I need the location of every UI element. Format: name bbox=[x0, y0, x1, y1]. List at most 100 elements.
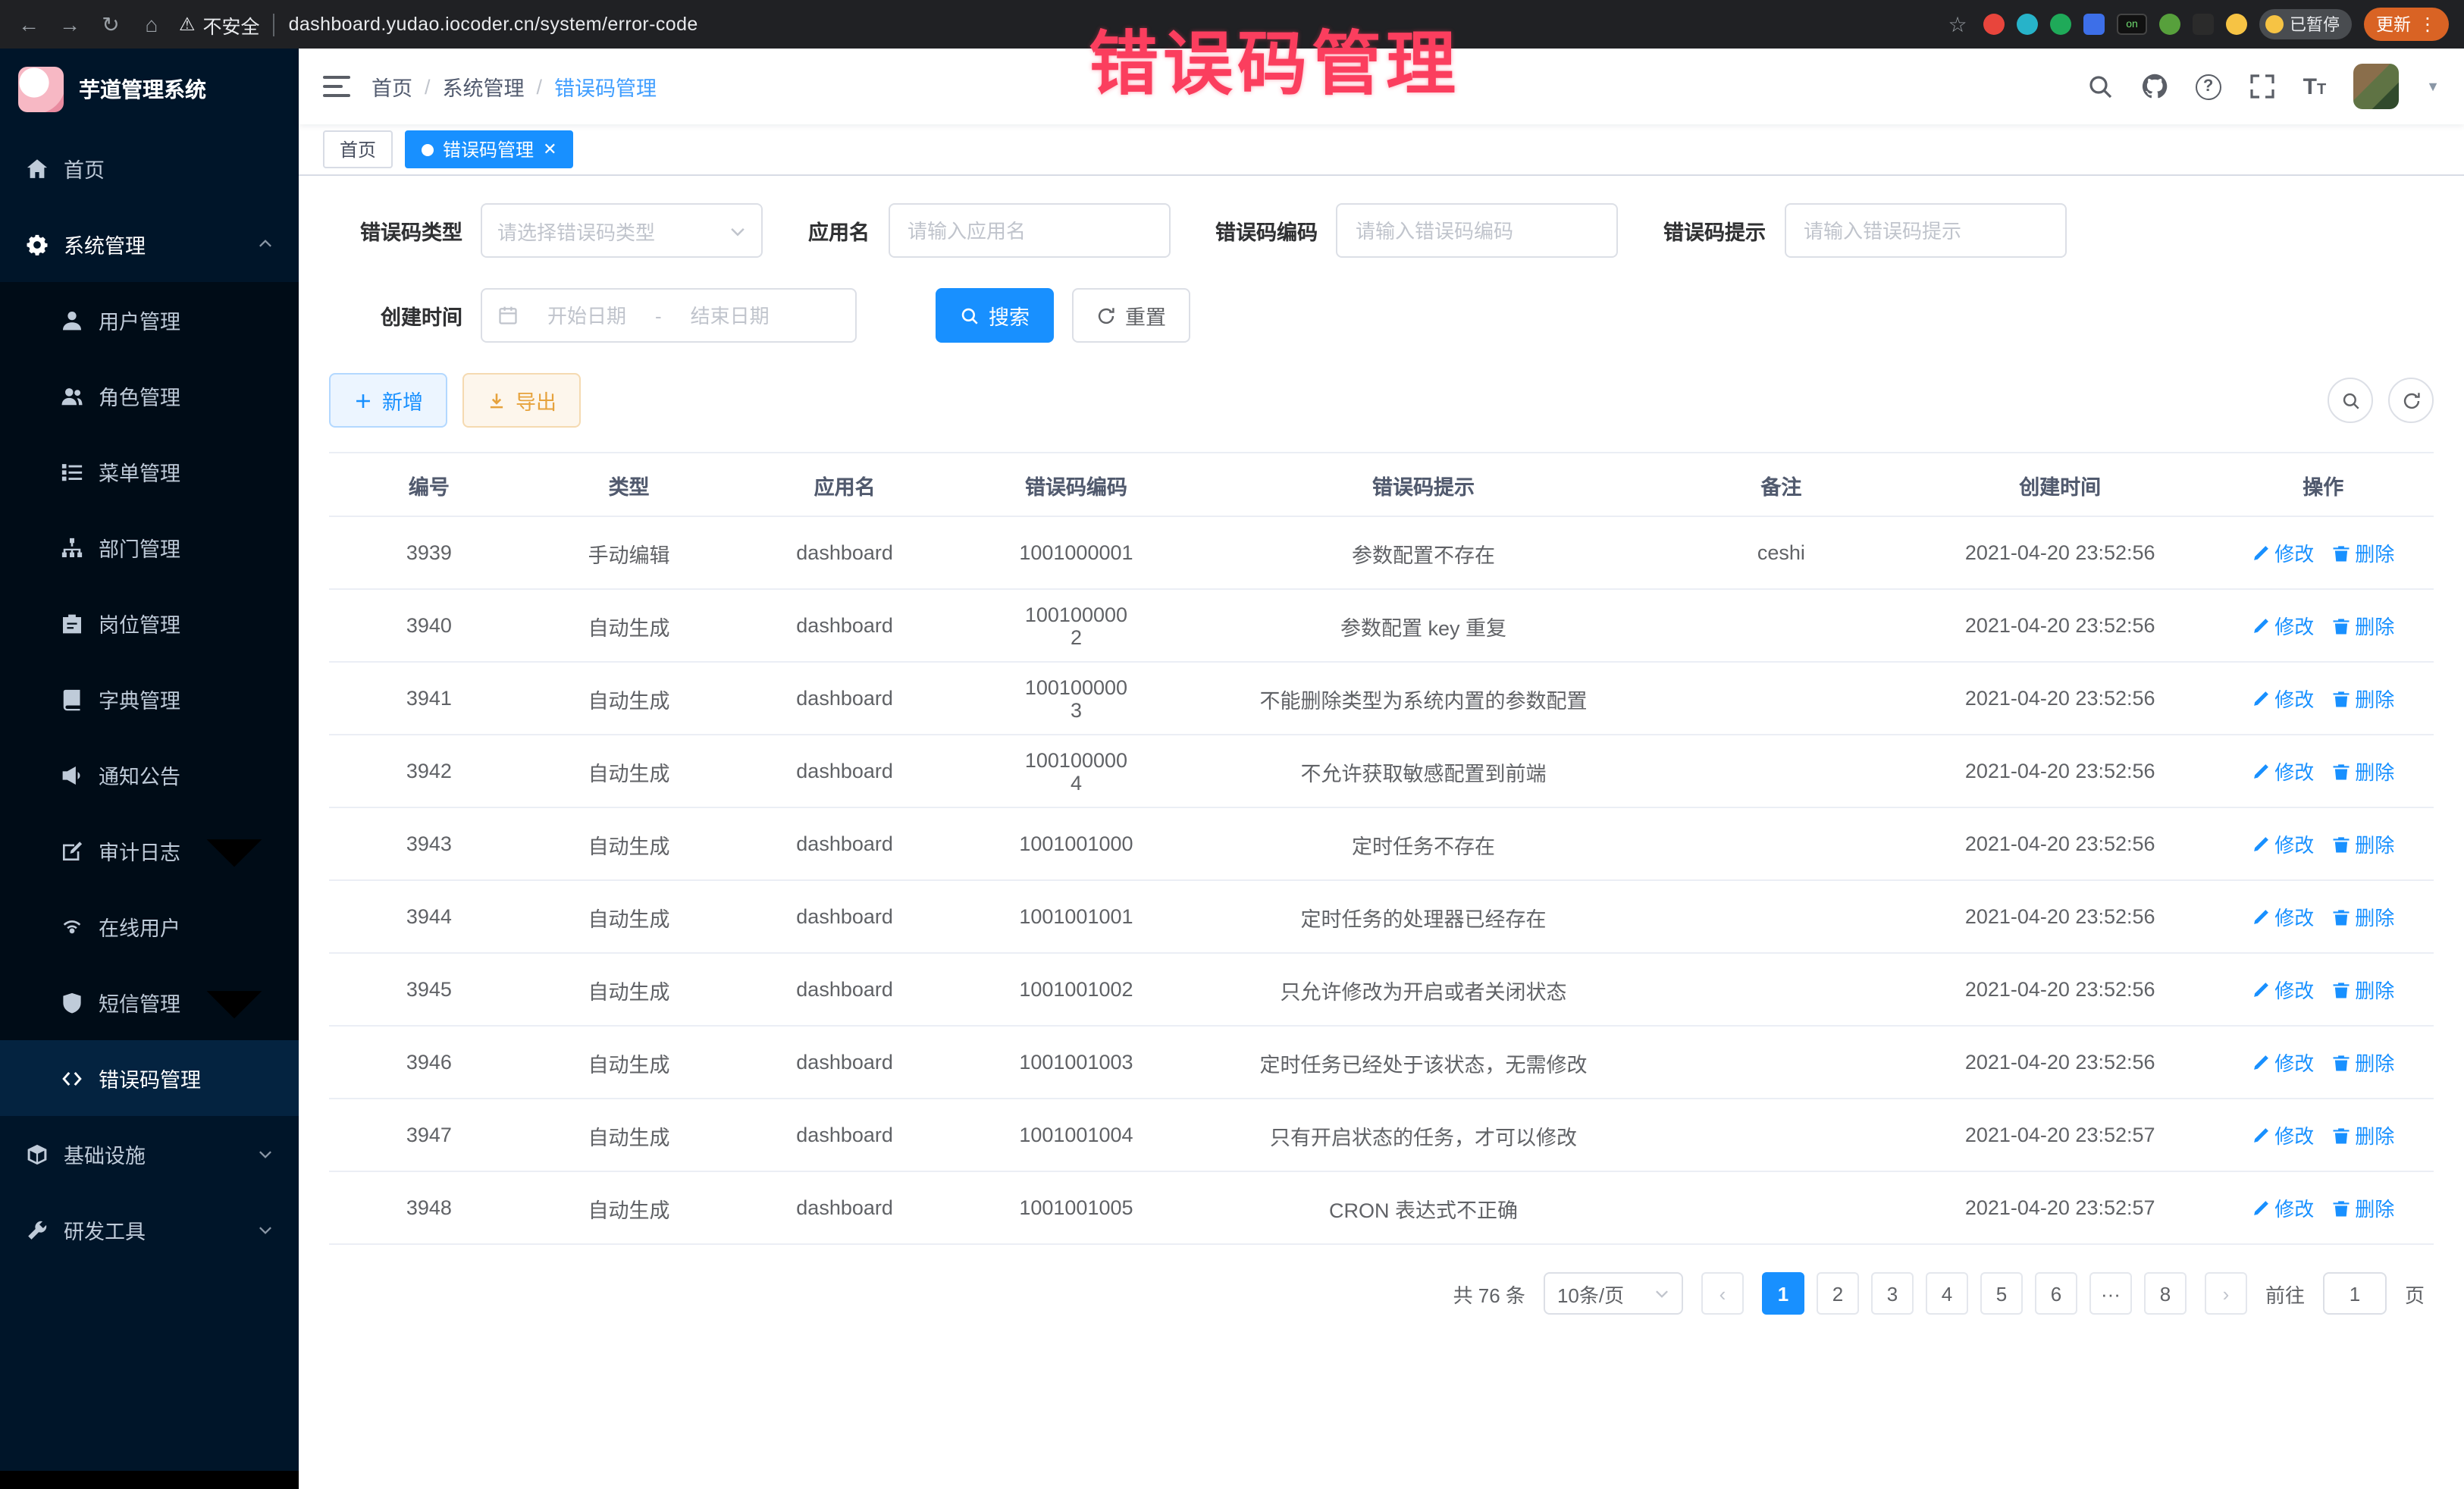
update-button[interactable]: 更新 ⋮ bbox=[2364, 8, 2449, 41]
app-name-input[interactable] bbox=[888, 203, 1170, 258]
fullscreen-icon[interactable] bbox=[2249, 73, 2276, 100]
edit-link[interactable]: 修改 bbox=[2252, 1121, 2314, 1149]
extension-icon-1[interactable] bbox=[1983, 14, 2005, 35]
extension-icon-4[interactable] bbox=[2083, 14, 2105, 35]
extension-icon-3[interactable] bbox=[2050, 14, 2071, 35]
goto-page-input[interactable] bbox=[2323, 1272, 2387, 1315]
address-url[interactable]: dashboard.yudao.iocoder.cn/system/error-… bbox=[289, 14, 698, 35]
edit-link[interactable]: 修改 bbox=[2252, 611, 2314, 640]
page-size-select[interactable]: 10条/页 bbox=[1544, 1272, 1683, 1315]
edit-link[interactable]: 修改 bbox=[2252, 1048, 2314, 1077]
page-button-8[interactable]: 8 bbox=[2144, 1272, 2187, 1315]
sidebar-menu: 首页 系统管理 用户管理 角色管理 bbox=[0, 130, 299, 1471]
paused-badge[interactable]: 已暂停 bbox=[2259, 9, 2352, 39]
error-hint-input[interactable] bbox=[1784, 203, 2066, 258]
sidebar-item-home[interactable]: 首页 bbox=[0, 130, 299, 206]
browser-profile-avatar[interactable] bbox=[2226, 14, 2247, 35]
cell-id: 3946 bbox=[329, 1026, 529, 1099]
github-icon[interactable] bbox=[2141, 73, 2168, 100]
export-button[interactable]: 导出 bbox=[462, 373, 581, 428]
extension-icon-5[interactable] bbox=[2159, 14, 2180, 35]
search-button[interactable]: 搜索 bbox=[936, 288, 1054, 343]
sidebar-item-departments[interactable]: 部门管理 bbox=[0, 509, 299, 585]
header-search-icon[interactable] bbox=[2086, 73, 2114, 100]
sidebar-item-sms[interactable]: 短信管理 bbox=[0, 964, 299, 1040]
browser-menu-icon: ⋮ bbox=[2419, 14, 2437, 35]
breadcrumb-home[interactable]: 首页 bbox=[371, 71, 412, 102]
page-button-5[interactable]: 5 bbox=[1980, 1272, 2023, 1315]
tag-close-icon[interactable]: ✕ bbox=[543, 139, 556, 159]
page-content: 错误码类型 请选择错误码类型 应用名 错误码编码 bbox=[299, 176, 2464, 1489]
edit-link[interactable]: 修改 bbox=[2252, 684, 2314, 713]
refresh-table-button[interactable] bbox=[2388, 378, 2434, 423]
end-date-input[interactable] bbox=[671, 304, 789, 327]
font-size-icon[interactable]: TT bbox=[2303, 74, 2327, 99]
sidebar-item-online-users[interactable]: 在线用户 bbox=[0, 889, 299, 964]
error-code-input[interactable] bbox=[1336, 203, 1618, 258]
delete-link[interactable]: 删除 bbox=[2332, 757, 2394, 785]
start-date-input[interactable] bbox=[528, 304, 646, 327]
cell-hint: CRON 表达式不正确 bbox=[1192, 1171, 1655, 1244]
code-icon bbox=[61, 1067, 83, 1089]
breadcrumb-system[interactable]: 系统管理 bbox=[443, 71, 525, 102]
add-button[interactable]: 新增 bbox=[329, 373, 447, 428]
next-page-button[interactable]: › bbox=[2205, 1272, 2247, 1315]
page-button-1[interactable]: 1 bbox=[1762, 1272, 1804, 1315]
sidebar-item-error-code[interactable]: 错误码管理 bbox=[0, 1040, 299, 1116]
sidebar-group-infrastructure[interactable]: 基础设施 bbox=[0, 1116, 299, 1192]
reset-button[interactable]: 重置 bbox=[1072, 288, 1190, 343]
sidebar-group-system[interactable]: 系统管理 bbox=[0, 206, 299, 282]
cell-hint: 参数配置不存在 bbox=[1192, 516, 1655, 589]
sidebar-item-audit-log[interactable]: 审计日志 bbox=[0, 813, 299, 889]
prev-page-button[interactable]: ‹ bbox=[1701, 1272, 1744, 1315]
page-button-2[interactable]: 2 bbox=[1817, 1272, 1859, 1315]
browser-back-icon[interactable]: ← bbox=[15, 12, 42, 36]
delete-link[interactable]: 删除 bbox=[2332, 1193, 2394, 1222]
user-avatar[interactable] bbox=[2353, 64, 2399, 109]
help-icon[interactable]: ? bbox=[2196, 74, 2221, 99]
browser-reload-icon[interactable]: ↻ bbox=[97, 11, 124, 37]
cell-remark bbox=[1655, 662, 1908, 735]
date-range-picker[interactable]: - bbox=[481, 288, 857, 343]
delete-link[interactable]: 删除 bbox=[2332, 538, 2394, 567]
delete-link[interactable]: 删除 bbox=[2332, 829, 2394, 858]
edit-link[interactable]: 修改 bbox=[2252, 975, 2314, 1004]
sidebar-item-menus[interactable]: 菜单管理 bbox=[0, 434, 299, 509]
page-button-3[interactable]: 3 bbox=[1871, 1272, 1914, 1315]
bookmark-star-icon[interactable]: ☆ bbox=[1944, 11, 1971, 37]
edit-link[interactable]: 修改 bbox=[2252, 538, 2314, 567]
browser-home-icon[interactable]: ⌂ bbox=[138, 12, 165, 36]
extension-icon-6[interactable] bbox=[2193, 14, 2214, 35]
extension-on-icon[interactable]: on bbox=[2117, 14, 2147, 35]
delete-link[interactable]: 删除 bbox=[2332, 1048, 2394, 1077]
sidebar-item-roles[interactable]: 角色管理 bbox=[0, 358, 299, 434]
security-chip[interactable]: ⚠ 不安全 bbox=[179, 10, 260, 39]
page-ellipsis[interactable]: ··· bbox=[2089, 1272, 2132, 1315]
tag-error-code[interactable]: 错误码管理 ✕ bbox=[405, 130, 573, 168]
toolbar-right bbox=[2328, 378, 2434, 423]
sidebar-item-users[interactable]: 用户管理 bbox=[0, 282, 299, 358]
edit-link[interactable]: 修改 bbox=[2252, 757, 2314, 785]
error-type-select[interactable]: 请选择错误码类型 bbox=[481, 203, 763, 258]
sidebar-item-dictionary[interactable]: 字典管理 bbox=[0, 661, 299, 737]
delete-link[interactable]: 删除 bbox=[2332, 611, 2394, 640]
hamburger-icon[interactable] bbox=[323, 76, 350, 97]
toggle-search-button[interactable] bbox=[2328, 378, 2373, 423]
page-button-4[interactable]: 4 bbox=[1926, 1272, 1968, 1315]
extension-icon-2[interactable] bbox=[2017, 14, 2038, 35]
edit-link[interactable]: 修改 bbox=[2252, 829, 2314, 858]
edit-link[interactable]: 修改 bbox=[2252, 902, 2314, 931]
sidebar-item-positions[interactable]: 岗位管理 bbox=[0, 585, 299, 661]
tag-home[interactable]: 首页 bbox=[323, 130, 393, 168]
delete-link[interactable]: 删除 bbox=[2332, 902, 2394, 931]
sidebar-group-devtools[interactable]: 研发工具 bbox=[0, 1192, 299, 1268]
page-button-6[interactable]: 6 bbox=[2035, 1272, 2077, 1315]
delete-link[interactable]: 删除 bbox=[2332, 684, 2394, 713]
sidebar-item-notices[interactable]: 通知公告 bbox=[0, 737, 299, 813]
delete-link[interactable]: 删除 bbox=[2332, 975, 2394, 1004]
browser-forward-icon[interactable]: → bbox=[56, 12, 83, 36]
delete-link[interactable]: 删除 bbox=[2332, 1121, 2394, 1149]
avatar-caret-icon[interactable]: ▼ bbox=[2426, 79, 2440, 94]
app-logo[interactable]: 芋道管理系统 bbox=[0, 49, 299, 130]
edit-link[interactable]: 修改 bbox=[2252, 1193, 2314, 1222]
